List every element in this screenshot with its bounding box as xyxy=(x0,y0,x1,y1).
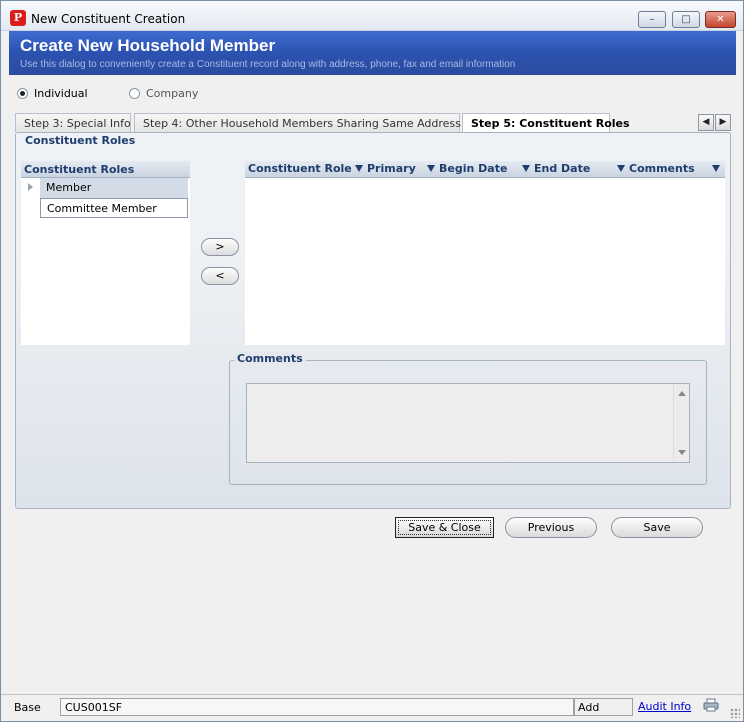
window-title: New Constituent Creation xyxy=(31,12,186,26)
filter-icon[interactable] xyxy=(355,165,363,172)
save-button[interactable]: Save xyxy=(611,517,703,538)
scroll-up-icon[interactable] xyxy=(678,391,686,396)
column-header-begin-date[interactable]: Begin Date xyxy=(427,162,507,175)
printer-icon[interactable] xyxy=(703,698,719,712)
filter-icon[interactable] xyxy=(712,165,720,172)
tab-next-arrow-icon[interactable]: ▶ xyxy=(715,114,731,131)
column-header-comments-label: Comments xyxy=(629,162,695,175)
individual-radio[interactable]: Individual xyxy=(17,87,88,100)
comments-legend: Comments xyxy=(234,352,306,365)
title-bar: P New Constituent Creation – □ ✕ xyxy=(1,1,743,31)
column-header-begin-date-label: Begin Date xyxy=(439,162,508,175)
header-banner: Create New Household Member Use this dia… xyxy=(9,31,736,75)
column-header-comments[interactable]: Comments xyxy=(617,162,695,175)
resize-grip-icon[interactable] xyxy=(730,708,740,718)
comments-textarea[interactable] xyxy=(246,383,690,463)
section-title: Constituent Roles xyxy=(22,134,139,147)
column-filter-trailing[interactable] xyxy=(712,162,724,175)
add-role-button[interactable]: > xyxy=(201,238,239,256)
app-logo-icon: P xyxy=(10,10,26,26)
tab-step-3[interactable]: Step 3: Special Info xyxy=(15,113,131,132)
row-selector-icon xyxy=(28,183,33,191)
minimize-button[interactable]: – xyxy=(638,11,666,28)
filter-icon[interactable] xyxy=(427,165,435,172)
list-item[interactable]: Committee Member xyxy=(21,198,190,218)
radio-selected-icon xyxy=(17,88,28,99)
scroll-down-icon[interactable] xyxy=(678,450,686,455)
status-bar: Base CUS001SF Add Audit Info xyxy=(1,694,743,721)
list-header[interactable]: Constituent Roles xyxy=(21,161,190,178)
list-item-label: Member xyxy=(40,178,188,198)
grid-header: Constituent Role Primary Begin Date End … xyxy=(245,161,725,178)
column-header-role[interactable]: Constituent Role xyxy=(248,162,352,175)
status-base-label: Base xyxy=(14,701,41,714)
company-radio[interactable]: Company xyxy=(129,87,198,100)
tab-scroll-controls: ◀ ▶ xyxy=(698,114,732,131)
filter-icon[interactable] xyxy=(617,165,625,172)
page-title: Create New Household Member xyxy=(20,36,276,55)
list-item[interactable]: Member xyxy=(21,178,190,198)
tab-step-4[interactable]: Step 4: Other Household Members Sharing … xyxy=(134,113,461,132)
status-mode: Add xyxy=(574,698,633,716)
page-subtitle: Use this dialog to conveniently create a… xyxy=(20,59,516,70)
dialog-window: P New Constituent Creation – □ ✕ Create … xyxy=(0,0,744,722)
status-form-code: CUS001SF xyxy=(60,698,574,716)
list-item-label: Committee Member xyxy=(40,198,188,218)
save-and-close-button[interactable]: Save & Close xyxy=(395,517,494,538)
column-header-primary-label: Primary xyxy=(367,162,416,175)
comments-scrollbar[interactable] xyxy=(673,384,689,462)
close-button[interactable]: ✕ xyxy=(705,11,736,28)
filter-icon[interactable] xyxy=(522,165,530,172)
audit-info-link[interactable]: Audit Info xyxy=(638,700,691,713)
column-header-end-date[interactable]: End Date xyxy=(522,162,590,175)
column-header-end-date-label: End Date xyxy=(534,162,591,175)
tab-prev-arrow-icon[interactable]: ◀ xyxy=(698,114,714,131)
column-header-primary[interactable]: Primary xyxy=(355,162,416,175)
previous-button[interactable]: Previous xyxy=(505,517,597,538)
maximize-button[interactable]: □ xyxy=(672,11,700,28)
radio-unselected-icon xyxy=(129,88,140,99)
assigned-roles-grid[interactable]: Constituent Role Primary Begin Date End … xyxy=(245,161,725,345)
company-radio-label: Company xyxy=(146,87,199,100)
tab-step-5[interactable]: Step 5: Constituent Roles xyxy=(462,113,630,133)
remove-role-button[interactable]: < xyxy=(201,267,239,285)
individual-radio-label: Individual xyxy=(34,87,88,100)
available-roles-list: Constituent Roles Member Committee Membe… xyxy=(21,161,190,345)
